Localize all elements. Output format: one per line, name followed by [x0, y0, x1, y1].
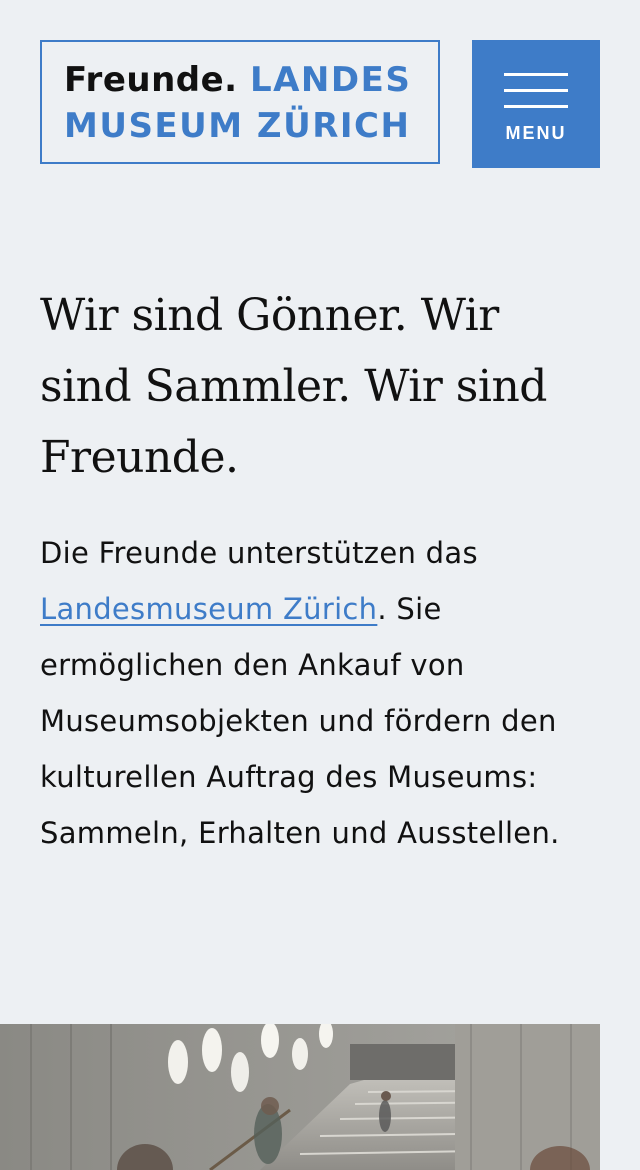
logo-line-1: Freunde. LANDES [64, 60, 411, 100]
site-header: Freunde. LANDES MUSEUM ZÜRICH MENU [0, 0, 640, 210]
hamburger-bar-top [504, 73, 568, 76]
logo-museum-zurich-text: MUSEUM ZÜRICH [64, 106, 411, 146]
hamburger-bar-middle [504, 89, 568, 92]
intro-text-start: Die Freunde unterstützen das [40, 536, 478, 570]
menu-button[interactable]: MENU [472, 40, 600, 168]
logo-freunde-text: Freunde. [64, 60, 238, 100]
intro-text-end: . Sie ermöglichen den Ankauf von Museums… [40, 592, 560, 850]
hamburger-bar-bottom [504, 105, 568, 108]
site-logo[interactable]: Freunde. LANDES MUSEUM ZÜRICH [40, 40, 440, 164]
museum-staircase-photo [0, 1024, 600, 1170]
page-headline: Wir sind Gönner. Wir sind Sammler. Wir s… [40, 290, 547, 483]
logo-landes-text: LANDES [249, 60, 412, 100]
landesmuseum-link[interactable]: Landesmuseum Zürich [40, 592, 377, 626]
menu-label: MENU [505, 123, 567, 143]
intro-paragraph: Die Freunde unterstützen das Landesmuseu… [40, 525, 600, 861]
hero-image [0, 1024, 600, 1170]
